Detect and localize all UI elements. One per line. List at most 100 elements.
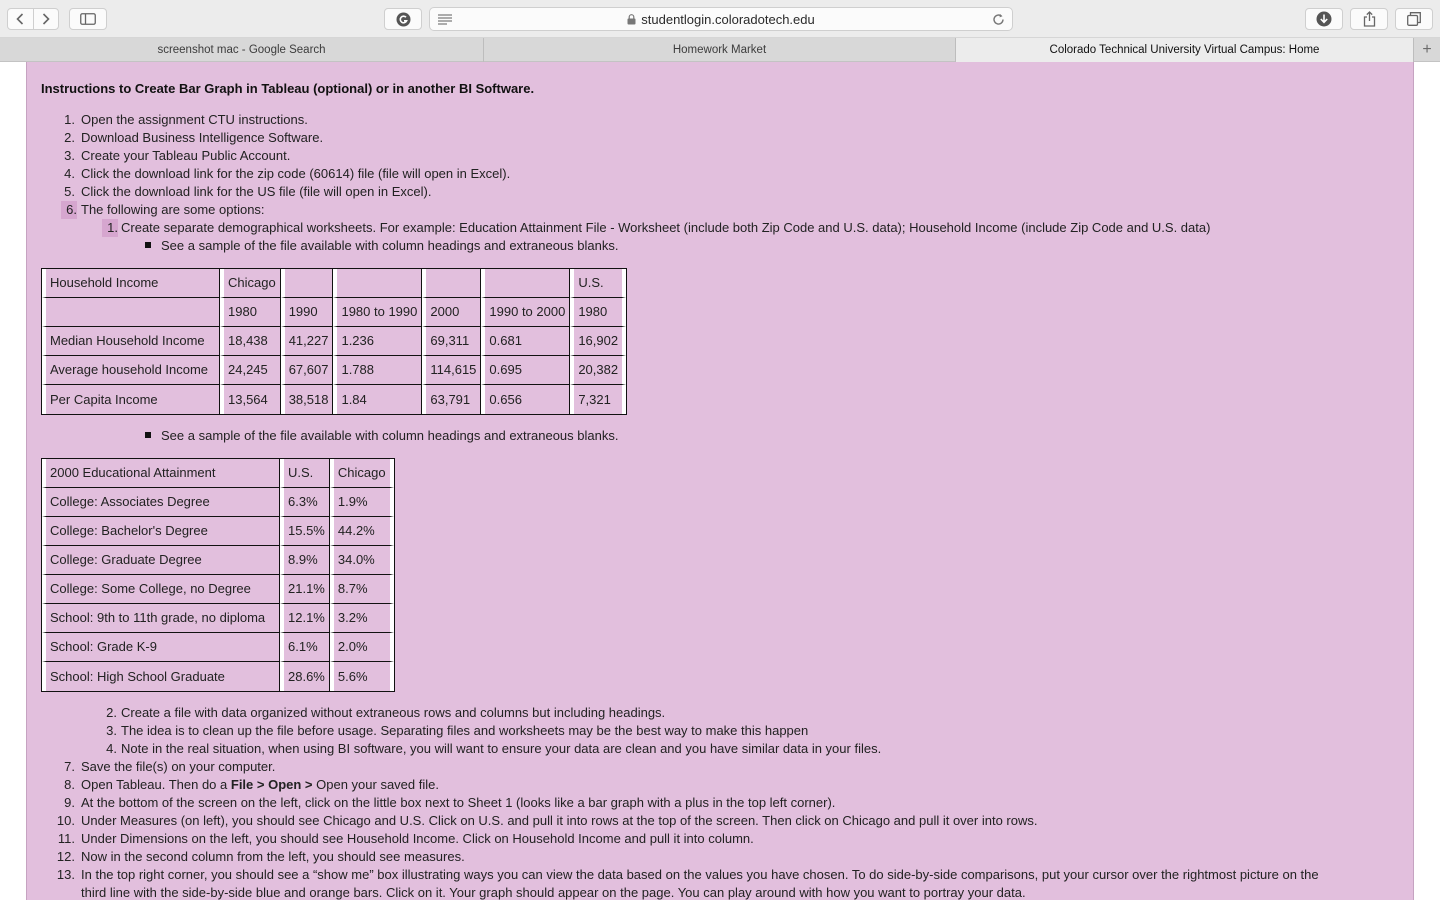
url-display: studentlogin.coloradotech.edu: [430, 12, 1012, 27]
step-number: 6.: [61, 201, 77, 219]
grammarly-extension-button[interactable]: [384, 8, 422, 30]
substep-number: 2.: [106, 705, 117, 720]
table-cell: 114,615: [422, 356, 482, 385]
bullet-text: See a sample of the file available with …: [161, 238, 619, 253]
page-heading: Instructions to Create Bar Graph in Tabl…: [41, 81, 535, 96]
chevron-left-icon: [16, 13, 24, 25]
bullet-text: See a sample of the file available with …: [161, 428, 619, 443]
step-number: 13.: [56, 867, 75, 882]
tabs-icon: [1407, 12, 1421, 26]
table-cell: 41,227: [280, 327, 334, 356]
download-icon: [1316, 11, 1332, 27]
table-row: Average household Income 24,245 67,607 1.78…: [42, 356, 627, 385]
table-row: College: Bachelor's Degree 15.5% 44.2%: [42, 517, 394, 546]
tab-label: Colorado Technical University Virtual Ca…: [1049, 44, 1320, 56]
step-text: In the top right corner, you should see …: [81, 867, 1319, 882]
step-text: Click the download link for the US file …: [81, 184, 432, 199]
table-cell: 7,321: [570, 385, 627, 414]
table-cell: School: Grade K-9: [42, 633, 280, 662]
table-cell: 6.3%: [280, 488, 330, 517]
tab-google-search[interactable]: screenshot mac - Google Search: [0, 38, 484, 62]
substep-text: Create separate demographical worksheets…: [121, 220, 1211, 235]
step-text: Download Business Intelligence Software.: [81, 130, 324, 145]
table-cell: 69,311: [422, 327, 482, 356]
table-cell: 24,245: [220, 356, 281, 385]
table-row: Per Capita Income 13,564 38,518 1.84 63,791 0…: [42, 385, 627, 414]
table-cell: Chicago: [329, 459, 394, 488]
step-number: 11.: [57, 831, 75, 846]
table-cell: 1.84: [333, 385, 423, 414]
table-cell: 8.7%: [329, 575, 394, 604]
household-income-table: Household Income Chicago U.S. 1980 1990 1980 …: [41, 268, 628, 415]
sidebar-button[interactable]: [69, 8, 107, 30]
lock-icon: [627, 14, 636, 25]
table-cell: 1980: [570, 298, 627, 327]
step-text: The following are some options:: [81, 202, 265, 217]
table-cell: College: Bachelor's Degree: [42, 517, 280, 546]
step-number: 8.: [64, 777, 75, 792]
substep-number: 1.: [102, 219, 118, 237]
new-tab-button[interactable]: +: [1414, 38, 1440, 62]
table-cell: 1980: [220, 298, 281, 327]
table-cell: 67,607: [280, 356, 334, 385]
step-number: 7.: [64, 759, 75, 774]
step-text: Save the file(s) on your computer.: [81, 759, 276, 774]
address-bar[interactable]: studentlogin.coloradotech.edu: [429, 7, 1013, 31]
step-number: 3.: [64, 148, 75, 163]
table-cell: 13,564: [220, 385, 281, 414]
step-number: 12.: [56, 849, 75, 864]
table-cell: 1.236: [333, 327, 423, 356]
step-text: Click the download link for the zip code…: [81, 166, 511, 181]
table-cell: 63,791: [422, 385, 482, 414]
downloads-button[interactable]: [1305, 8, 1343, 30]
share-icon: [1363, 11, 1375, 27]
page-content: Instructions to Create Bar Graph in Tabl…: [0, 62, 1440, 900]
table-cell: 21.1%: [280, 575, 330, 604]
nav-buttons: [7, 8, 59, 30]
table-cell: [280, 269, 334, 298]
reload-icon[interactable]: [992, 13, 1005, 26]
tab-label: screenshot mac - Google Search: [157, 44, 326, 56]
back-button[interactable]: [8, 9, 33, 29]
table-cell: 28.6%: [280, 662, 330, 691]
table-cell: 2000 Educational Attainment: [42, 459, 280, 488]
table-row: School: Grade K-9 6.1% 2.0%: [42, 633, 394, 662]
step-number: 5.: [64, 184, 75, 199]
tab-ctu-virtual-campus[interactable]: Colorado Technical University Virtual Ca…: [956, 38, 1414, 62]
table-cell: College: Associates Degree: [42, 488, 280, 517]
tab-overview-button[interactable]: [1395, 8, 1433, 30]
substep-number: 3.: [106, 723, 117, 738]
chevron-right-icon: [42, 13, 50, 25]
share-button[interactable]: [1350, 8, 1388, 30]
step-text: Under Dimensions on the left, you should…: [81, 831, 754, 846]
file-open-menu-path: File > Open >: [230, 777, 313, 792]
tab-homework-market[interactable]: Homework Market: [484, 38, 956, 62]
table-cell: 34.0%: [329, 546, 394, 575]
table-cell: Average household Income: [42, 356, 220, 385]
table-cell: 0.681: [481, 327, 571, 356]
table-row: 1980 1990 1980 to 1990 2000 1990 to 2000 1980: [42, 298, 627, 327]
table-cell: 2.0%: [329, 633, 394, 662]
step-number: 4.: [64, 166, 75, 181]
step-text-continued: third line with the side-by-side blue an…: [81, 885, 1026, 900]
substep-number: 4.: [106, 741, 117, 756]
table-row: Median Household Income 18,438 41,227 1.236…: [42, 327, 627, 356]
step-number: 9.: [64, 795, 75, 810]
table-cell: 6.1%: [280, 633, 330, 662]
instructions-panel: Instructions to Create Bar Graph in Tabl…: [26, 62, 1414, 900]
step-text: At the bottom of the screen on the left,…: [81, 795, 836, 810]
substep-text: Note in the real situation, when using B…: [121, 741, 882, 756]
bullet-marker: [145, 432, 151, 438]
table-cell: 18,438: [220, 327, 281, 356]
table-cell: 0.695: [481, 356, 571, 385]
table-cell: 0.656: [481, 385, 571, 414]
table-cell: Median Household Income: [42, 327, 220, 356]
url-text: studentlogin.coloradotech.edu: [641, 12, 815, 27]
table-cell: College: Some College, no Degree: [42, 575, 280, 604]
table-cell: 44.2%: [329, 517, 394, 546]
table-row: 2000 Educational Attainment U.S. Chicago: [42, 459, 394, 488]
forward-button[interactable]: [32, 9, 59, 29]
table-cell: 16,902: [570, 327, 627, 356]
table-cell: 1980 to 1990: [333, 298, 423, 327]
table-cell: School: 9th to 11th grade, no diploma: [42, 604, 280, 633]
